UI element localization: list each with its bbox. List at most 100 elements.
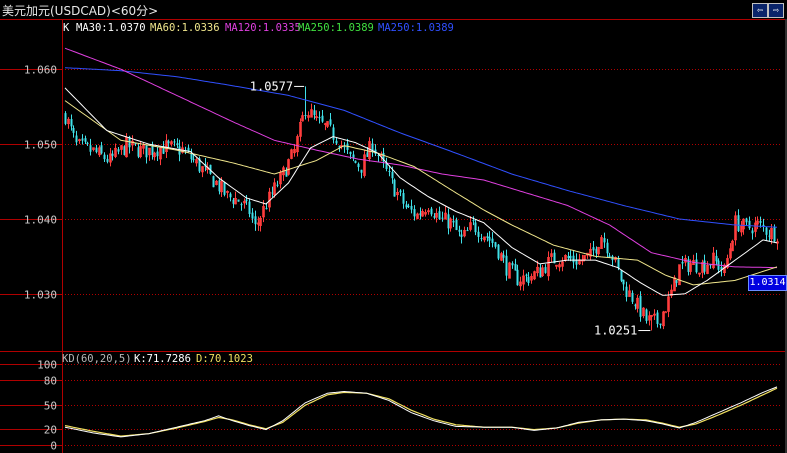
candle-body xyxy=(737,215,740,232)
candle-body xyxy=(466,230,469,232)
candle-body xyxy=(608,255,611,258)
kd-legend-d: D:70.1023 xyxy=(196,353,253,365)
candle-body xyxy=(313,110,316,116)
candle-body xyxy=(173,141,176,143)
candle-body xyxy=(335,140,338,144)
candle-body xyxy=(100,145,103,154)
candle-body xyxy=(567,255,570,259)
candle-body xyxy=(502,254,505,258)
candle-body xyxy=(237,199,240,202)
candle-body xyxy=(631,292,634,302)
candle-body xyxy=(645,309,648,321)
kd-tick-label: 100 xyxy=(37,359,57,372)
candle-series xyxy=(64,86,779,331)
candle-body xyxy=(64,113,67,124)
candle-body xyxy=(572,255,575,263)
candle-body xyxy=(265,208,268,210)
candle-body xyxy=(329,119,332,125)
candle-body xyxy=(248,201,251,214)
legend-ma250-green: MA250:1.0389 xyxy=(298,22,374,34)
candle-body xyxy=(514,264,517,271)
candle-body xyxy=(452,220,455,223)
candle-body xyxy=(569,255,572,259)
kd-d-line xyxy=(64,387,778,437)
candle-body xyxy=(95,147,98,153)
candle-body xyxy=(544,267,547,273)
candle-body xyxy=(675,280,678,283)
candle-body xyxy=(156,151,159,157)
next-arrow-icon[interactable]: ⇨ xyxy=(768,3,784,18)
legend-ma30: MA30:1.0370 xyxy=(76,22,146,34)
candle-body xyxy=(516,269,519,286)
kd-tick-label: 50 xyxy=(44,400,57,413)
ma30-line xyxy=(64,87,778,296)
candle-body xyxy=(111,153,114,156)
candle-body xyxy=(388,171,391,173)
candle-body xyxy=(240,204,243,206)
candle-body xyxy=(759,220,762,223)
candle-body xyxy=(332,127,335,140)
candle-body xyxy=(212,176,215,188)
candle-body xyxy=(70,119,73,127)
candle-body xyxy=(765,227,768,235)
candle-body xyxy=(525,274,528,276)
candle-body xyxy=(145,145,148,158)
candle-body xyxy=(494,242,497,247)
candle-body xyxy=(89,145,92,152)
candle-body xyxy=(402,193,405,204)
candle-body xyxy=(223,182,226,195)
candle-body xyxy=(773,227,776,242)
candle-body xyxy=(72,127,75,133)
kd-legend-name: KD(60,20,5) xyxy=(62,353,132,365)
candle-body xyxy=(192,159,195,161)
candle-body xyxy=(405,204,408,208)
candle-body xyxy=(659,323,662,326)
candle-body xyxy=(354,160,357,163)
price-tick-label: 1.040 xyxy=(24,214,57,227)
candle-body xyxy=(167,141,170,144)
window-title: 美元加元(USDCAD)<60分> xyxy=(2,4,159,18)
candle-body xyxy=(474,222,477,233)
price-tick-label: 1.060 xyxy=(24,64,57,77)
candle-body xyxy=(321,115,324,122)
candle-body xyxy=(703,260,706,272)
candle-body xyxy=(748,220,751,229)
candle-body xyxy=(505,255,508,276)
high-annotation: 1.0577 xyxy=(250,79,293,93)
kd-tick-label: 0 xyxy=(50,440,57,453)
candle-body xyxy=(438,211,441,220)
candle-body xyxy=(441,217,444,219)
candle-body xyxy=(455,219,458,230)
candle-body xyxy=(497,244,500,259)
legend-ma60: MA60:1.0336 xyxy=(150,22,220,34)
candle-body xyxy=(606,242,609,254)
candle-body xyxy=(176,143,179,146)
candle-body xyxy=(413,208,416,217)
candle-body xyxy=(349,151,352,155)
candle-body xyxy=(430,208,433,215)
candle-body xyxy=(603,238,606,243)
price-tick-label: 1.050 xyxy=(24,139,57,152)
prev-arrow-icon[interactable]: ⇦ xyxy=(752,3,768,18)
kd-tick-label: 20 xyxy=(44,424,57,437)
candle-body xyxy=(527,276,530,283)
candle-body xyxy=(75,135,78,143)
window-titlebar: 美元加元(USDCAD)<60分> ⇦ ⇨ xyxy=(0,0,787,19)
candle-body xyxy=(695,259,698,273)
chart-canvas[interactable]: 1.060 1.050 1.040 1.030 100 80 50 20 0 1.0577 1.02… xyxy=(0,0,787,453)
candle-body xyxy=(103,154,106,160)
legend-prefix: K xyxy=(63,22,70,34)
low-annotation: 1.0251 xyxy=(594,324,637,338)
candle-body xyxy=(399,190,402,193)
kd-tick-label: 80 xyxy=(44,375,57,388)
candle-body xyxy=(251,212,254,219)
candle-body xyxy=(458,229,461,232)
candle-body xyxy=(86,142,89,145)
candle-body xyxy=(664,311,667,314)
candle-body xyxy=(486,236,489,238)
candle-body xyxy=(304,114,307,116)
candle-body xyxy=(460,234,463,237)
ma250-line xyxy=(64,67,778,228)
candle-body xyxy=(245,199,248,202)
candle-body xyxy=(360,169,363,173)
